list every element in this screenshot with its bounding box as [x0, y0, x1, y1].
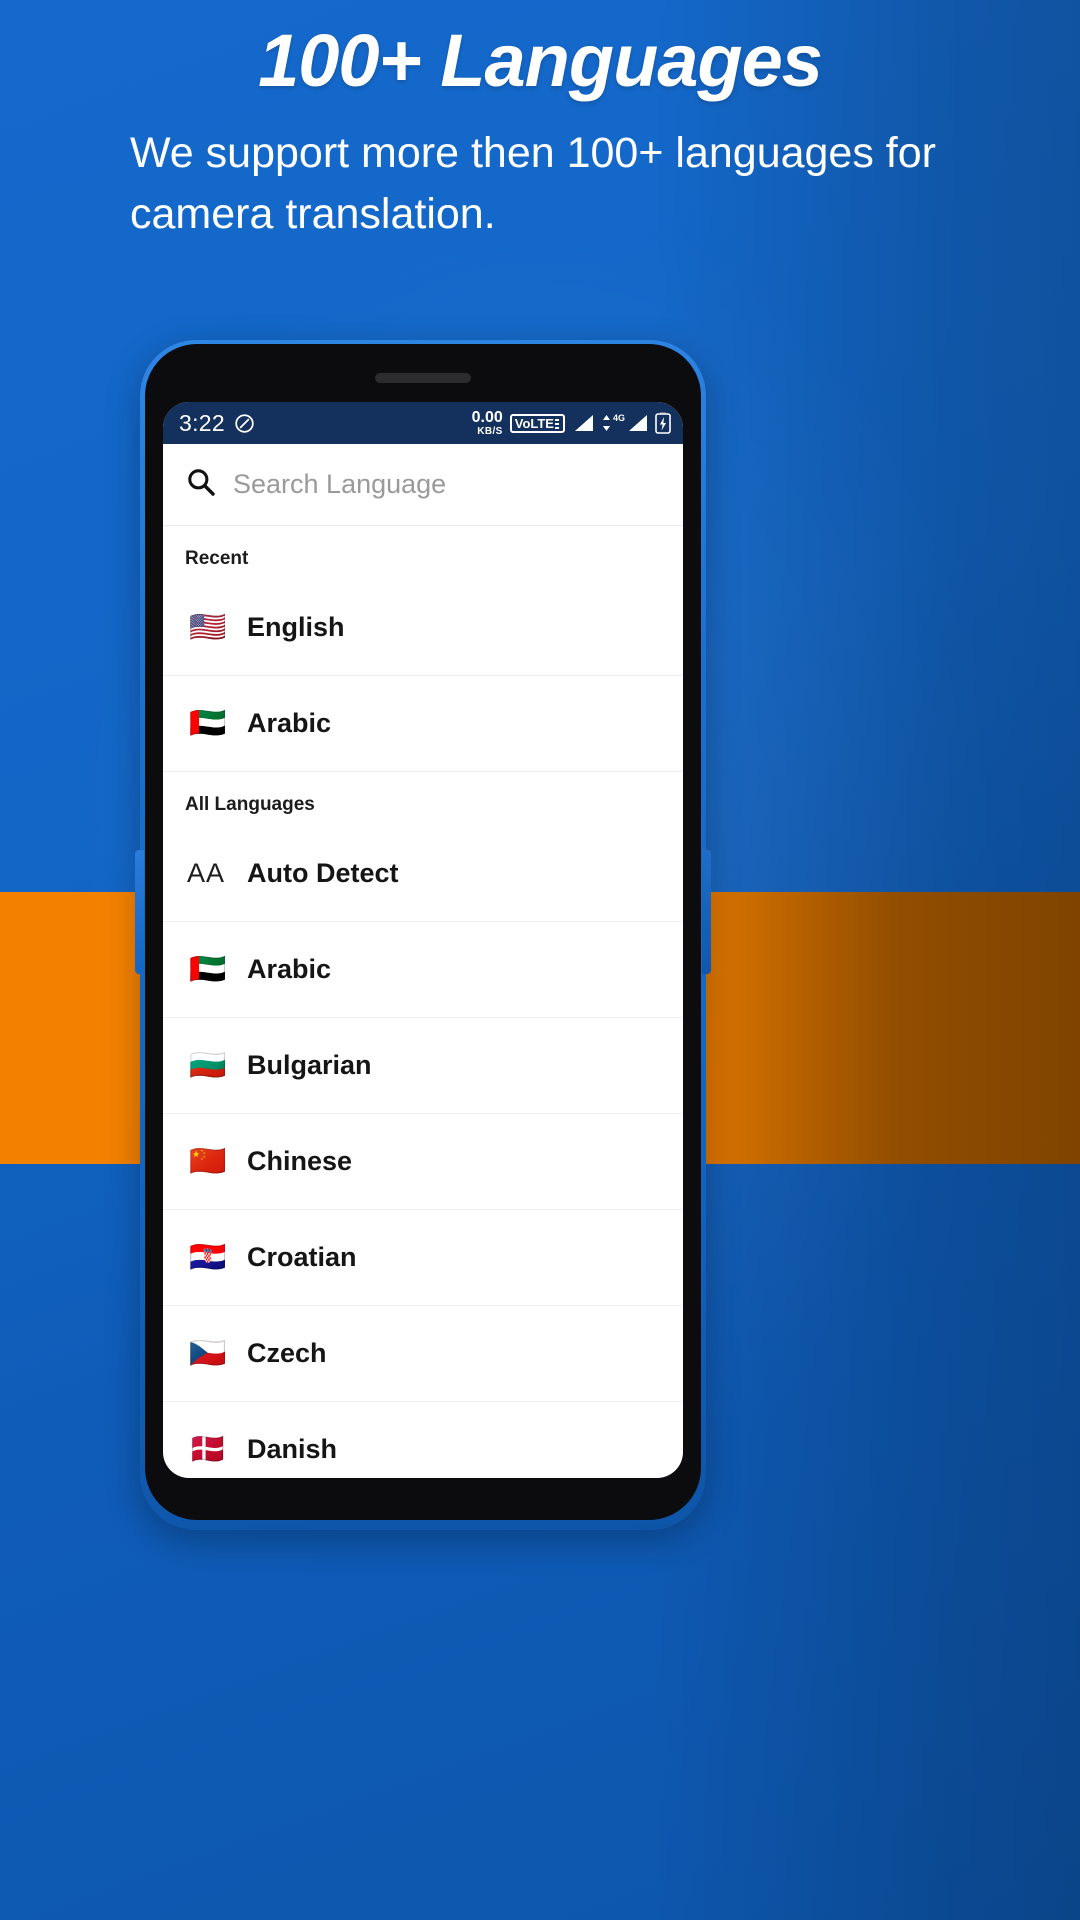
language-name: English	[247, 612, 345, 642]
list-item[interactable]: 🇨🇳 Chinese	[163, 1114, 683, 1210]
language-name: Auto Detect	[247, 858, 399, 888]
promo-text-block: 100+ Languages We support more then 100+…	[0, 20, 1080, 245]
list-item[interactable]: 🇺🇸 English	[163, 580, 683, 676]
auto-detect-glyph: AA	[187, 858, 226, 888]
flag-icon: 🇺🇸	[189, 609, 227, 645]
search-bar[interactable]	[163, 444, 683, 526]
network-generation-label: 4G	[612, 413, 625, 423]
language-name: Arabic	[247, 708, 332, 738]
volte-label: VoLTE	[514, 415, 554, 431]
flag-icon: 🇭🇷	[189, 1239, 227, 1275]
search-input[interactable]	[233, 469, 661, 500]
do-not-disturb-icon	[234, 413, 255, 434]
list-item[interactable]: 🇧🇬 Bulgarian	[163, 1018, 683, 1114]
language-name: Chinese	[247, 1146, 353, 1176]
list-item[interactable]: 🇦🇪 Arabic	[163, 676, 683, 772]
phone-earpiece-speaker	[375, 373, 471, 383]
language-name: Croatian	[247, 1242, 357, 1272]
status-time: 3:22	[179, 409, 225, 436]
list-item[interactable]: 🇨🇿 Czech	[163, 1306, 683, 1402]
list-item[interactable]: AA Auto Detect	[163, 826, 683, 922]
promo-subtitle: We support more then 100+ languages for …	[130, 129, 936, 239]
volume-rocker-left[interactable]	[135, 850, 144, 974]
list-item[interactable]: 🇭🇷 Croatian	[163, 1210, 683, 1306]
page-title: 100+ Languages	[258, 19, 823, 102]
flag-icon: 🇩🇰	[189, 1431, 227, 1467]
status-bar: 3:22 0.00 KB/S VoLTE 4G	[163, 402, 683, 444]
network-speed-unit: KB/S	[477, 425, 503, 437]
language-name: Arabic	[247, 954, 332, 984]
network-speed-indicator: 0.00 KB/S	[471, 408, 503, 437]
volume-rocker-right[interactable]	[702, 850, 711, 974]
phone-screen: 3:22 0.00 KB/S VoLTE 4G Search Language …	[163, 402, 683, 1478]
language-name: Czech	[247, 1338, 327, 1368]
signal-bars-icon-2	[629, 415, 647, 431]
battery-charging-icon	[655, 412, 671, 434]
mobile-data-indicator: 4G	[601, 413, 648, 432]
section-header-all-languages: All Languages	[185, 794, 315, 815]
phone-mockup: 3:22 0.00 KB/S VoLTE 4G Search Language …	[135, 340, 711, 1530]
section-header-recent: Recent	[185, 548, 249, 569]
search-icon	[185, 466, 217, 503]
language-name: Bulgarian	[247, 1050, 372, 1080]
signal-bars-icon-1	[572, 414, 594, 432]
flag-icon: 🇨🇳	[189, 1143, 227, 1179]
flag-icon: 🇦🇪	[189, 705, 227, 741]
list-item[interactable]: 🇩🇰 Danish	[163, 1402, 683, 1478]
flag-icon: 🇦🇪	[189, 951, 227, 987]
language-name: Danish	[247, 1434, 338, 1464]
volte-badge: VoLTE	[509, 413, 565, 433]
status-bar-right: 0.00 KB/S VoLTE 4G	[471, 408, 671, 437]
list-item[interactable]: 🇦🇪 Arabic	[163, 922, 683, 1018]
network-speed-value: 0.00	[471, 408, 503, 426]
flag-icon: 🇨🇿	[189, 1335, 227, 1371]
volte-bars-icon	[554, 418, 559, 429]
orange-band-shadow	[660, 892, 1080, 1164]
status-bar-left: 3:22	[179, 410, 255, 437]
flag-icon: 🇧🇬	[189, 1047, 227, 1083]
data-transfer-icon	[602, 415, 610, 431]
language-list[interactable]: Recent 🇺🇸 English 🇦🇪 Arabic All Language…	[163, 526, 683, 1478]
